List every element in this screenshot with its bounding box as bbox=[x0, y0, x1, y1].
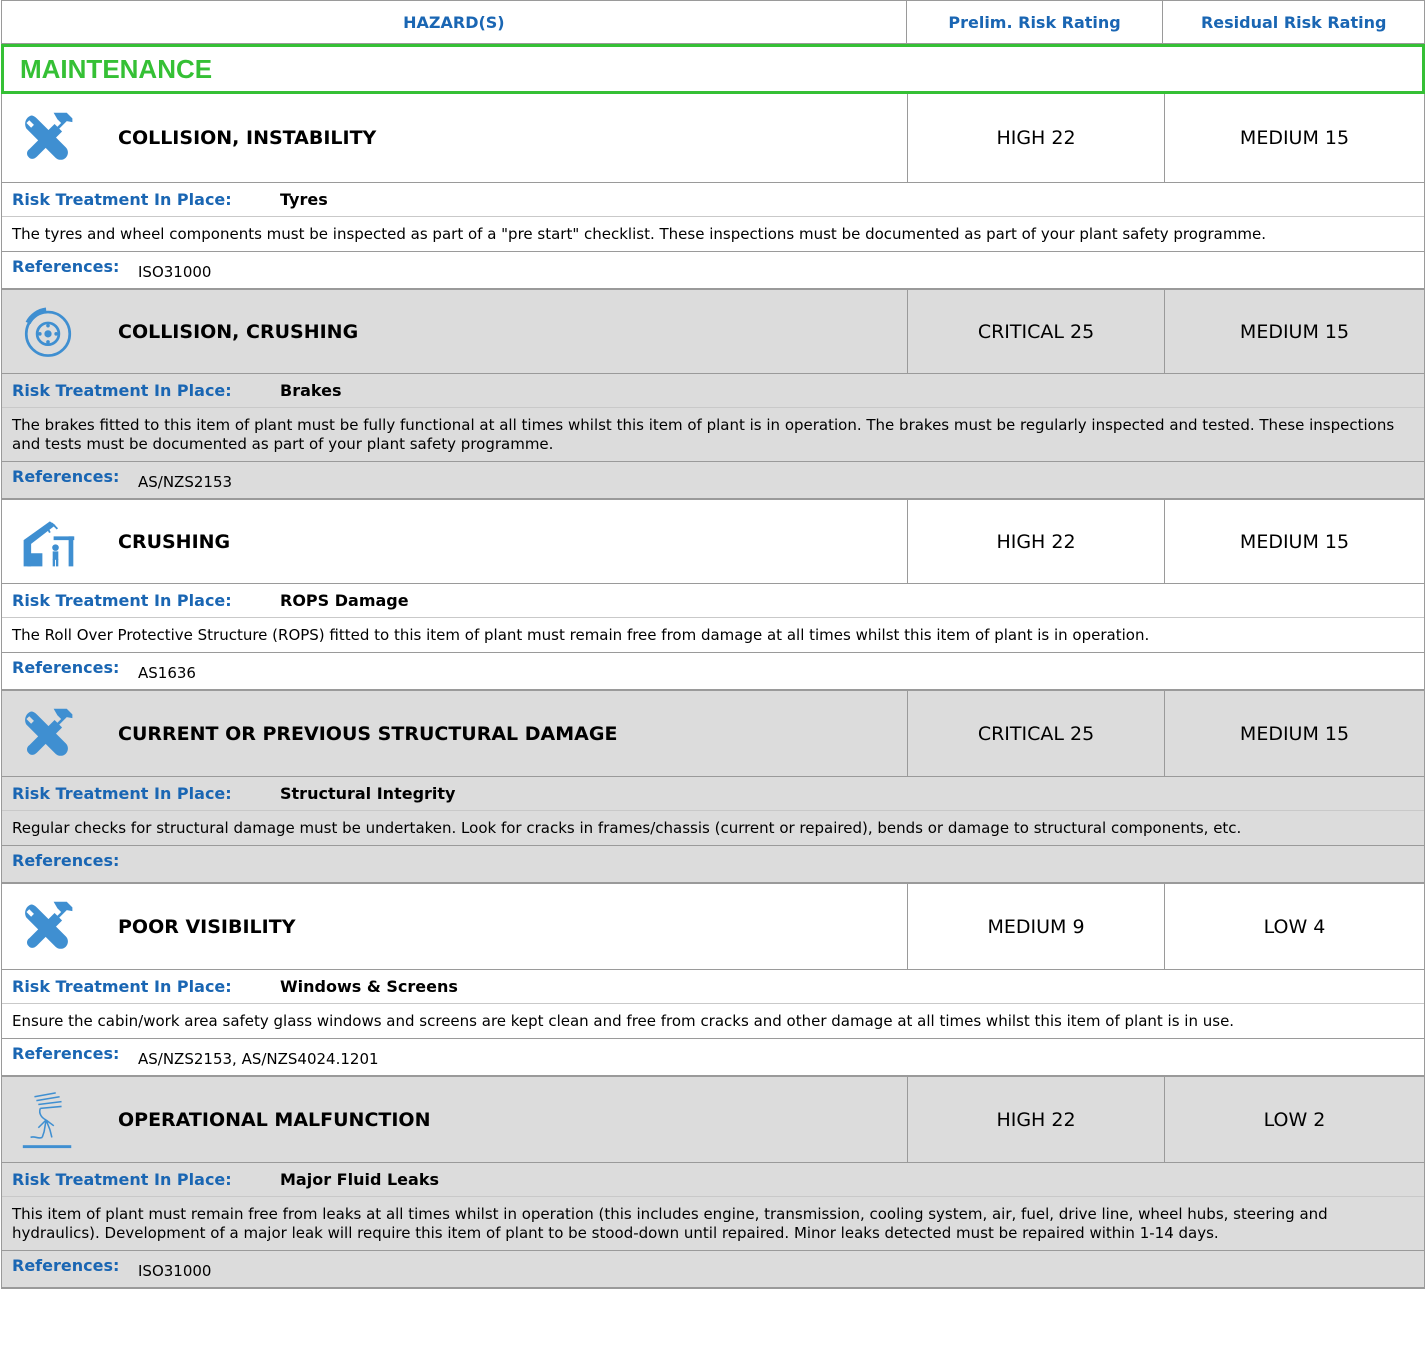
references-label: References: bbox=[12, 1043, 120, 1063]
references-value: AS/NZS2153 bbox=[138, 473, 233, 491]
hazard-name: CRUSHING bbox=[118, 530, 231, 553]
prelim-rating: CRITICAL 25 bbox=[908, 290, 1165, 373]
hazard-row: COLLISION, CRUSHING CRITICAL 25 MEDIUM 1… bbox=[2, 290, 1424, 374]
treatment-name: Windows & Screens bbox=[280, 977, 458, 996]
residual-rating: MEDIUM 15 bbox=[1239, 320, 1350, 343]
references-label: References: bbox=[12, 850, 120, 870]
hazard-row: COLLISION, INSTABILITY HIGH 22 MEDIUM 15 bbox=[2, 94, 1424, 183]
residual-rating: LOW 4 bbox=[1263, 915, 1326, 938]
hazard-block: POOR VISIBILITY MEDIUM 9 LOW 4 Risk Trea… bbox=[1, 884, 1425, 1077]
references-row: References: ISO31000 bbox=[2, 252, 1424, 290]
brake-disc-icon bbox=[8, 292, 88, 372]
references-label: References: bbox=[12, 466, 120, 486]
treatment-label: Risk Treatment In Place: bbox=[12, 591, 232, 610]
hazard-block: COLLISION, CRUSHING CRITICAL 25 MEDIUM 1… bbox=[1, 290, 1425, 500]
wrench-hammer-icon bbox=[8, 887, 88, 967]
treatment-name: ROPS Damage bbox=[280, 591, 409, 610]
col-header-prelim: Prelim. Risk Rating bbox=[907, 1, 1164, 43]
treatment-label: Risk Treatment In Place: bbox=[12, 977, 232, 996]
residual-rating: MEDIUM 15 bbox=[1239, 127, 1350, 149]
hazard-row: CURRENT OR PREVIOUS STRUCTURAL DAMAGE CR… bbox=[2, 691, 1424, 777]
references-row: References: bbox=[2, 846, 1424, 884]
prelim-rating: MEDIUM 9 bbox=[908, 884, 1165, 969]
treatment-name: Tyres bbox=[280, 190, 328, 209]
hazard-block: CURRENT OR PREVIOUS STRUCTURAL DAMAGE CR… bbox=[1, 691, 1425, 884]
treatment-description: This item of plant must remain free from… bbox=[2, 1197, 1424, 1251]
treatment-row: Risk Treatment In Place: Tyres bbox=[2, 183, 1424, 217]
references-value: ISO31000 bbox=[138, 1262, 212, 1280]
treatment-row: Risk Treatment In Place: Major Fluid Lea… bbox=[2, 1163, 1424, 1197]
hazard-name: OPERATIONAL MALFUNCTION bbox=[118, 1108, 431, 1131]
residual-rating: MEDIUM 15 bbox=[1239, 722, 1350, 745]
treatment-row: Risk Treatment In Place: Structural Inte… bbox=[2, 777, 1424, 811]
rops-crush-icon bbox=[8, 502, 88, 582]
prelim-rating: HIGH 22 bbox=[908, 1077, 1165, 1162]
hazard-row: CRUSHING HIGH 22 MEDIUM 15 bbox=[2, 500, 1424, 584]
residual-rating: LOW 2 bbox=[1263, 1108, 1326, 1131]
treatment-description: The Roll Over Protective Structure (ROPS… bbox=[2, 618, 1424, 653]
table-header: HAZARD(S) Prelim. Risk Rating Residual R… bbox=[1, 0, 1425, 44]
hazard-block: COLLISION, INSTABILITY HIGH 22 MEDIUM 15… bbox=[1, 94, 1425, 290]
references-label: References: bbox=[12, 256, 120, 276]
treatment-label: Risk Treatment In Place: bbox=[12, 190, 232, 209]
hazard-name: COLLISION, INSTABILITY bbox=[118, 127, 377, 149]
references-row: References: ISO31000 bbox=[2, 1251, 1424, 1289]
treatment-description: The tyres and wheel components must be i… bbox=[2, 217, 1424, 252]
hazard-row: POOR VISIBILITY MEDIUM 9 LOW 4 bbox=[2, 884, 1424, 970]
treatment-row: Risk Treatment In Place: Brakes bbox=[2, 374, 1424, 408]
fluid-leak-icon bbox=[8, 1080, 88, 1160]
hazard-block: OPERATIONAL MALFUNCTION HIGH 22 LOW 2 Ri… bbox=[1, 1077, 1425, 1289]
hazard-name: POOR VISIBILITY bbox=[118, 915, 296, 938]
hazard-name: COLLISION, CRUSHING bbox=[118, 320, 359, 343]
treatment-name: Structural Integrity bbox=[280, 784, 456, 803]
section-title: MAINTENANCE bbox=[1, 44, 1425, 94]
treatment-description: Regular checks for structural damage mus… bbox=[2, 811, 1424, 846]
treatment-row: Risk Treatment In Place: Windows & Scree… bbox=[2, 970, 1424, 1004]
col-header-hazards: HAZARD(S) bbox=[2, 1, 907, 43]
risk-assessment-sheet: HAZARD(S) Prelim. Risk Rating Residual R… bbox=[1, 0, 1425, 1289]
references-value: AS/NZS2153, AS/NZS4024.1201 bbox=[138, 1050, 379, 1068]
references-row: References: AS/NZS2153, AS/NZS4024.1201 bbox=[2, 1039, 1424, 1077]
prelim-rating: HIGH 22 bbox=[908, 500, 1165, 583]
wrench-hammer-icon bbox=[8, 98, 88, 178]
wrench-hammer-icon bbox=[8, 694, 88, 774]
prelim-rating: HIGH 22 bbox=[908, 94, 1165, 182]
references-row: References: AS/NZS2153 bbox=[2, 462, 1424, 500]
references-value: AS1636 bbox=[138, 664, 196, 682]
treatment-label: Risk Treatment In Place: bbox=[12, 784, 232, 803]
treatment-label: Risk Treatment In Place: bbox=[12, 381, 232, 400]
hazard-name: CURRENT OR PREVIOUS STRUCTURAL DAMAGE bbox=[118, 722, 618, 745]
treatment-description: The brakes fitted to this item of plant … bbox=[2, 408, 1424, 462]
hazard-block: CRUSHING HIGH 22 MEDIUM 15 Risk Treatmen… bbox=[1, 500, 1425, 691]
treatment-row: Risk Treatment In Place: ROPS Damage bbox=[2, 584, 1424, 618]
treatment-description: Ensure the cabin/work area safety glass … bbox=[2, 1004, 1424, 1039]
references-row: References: AS1636 bbox=[2, 653, 1424, 691]
treatment-label: Risk Treatment In Place: bbox=[12, 1170, 232, 1189]
residual-rating: MEDIUM 15 bbox=[1239, 530, 1350, 553]
references-label: References: bbox=[12, 657, 120, 677]
col-header-residual: Residual Risk Rating bbox=[1200, 12, 1387, 32]
prelim-rating: CRITICAL 25 bbox=[908, 691, 1165, 776]
treatment-name: Brakes bbox=[280, 381, 342, 400]
treatment-name: Major Fluid Leaks bbox=[280, 1170, 439, 1189]
references-value: ISO31000 bbox=[138, 263, 212, 281]
references-label: References: bbox=[12, 1255, 120, 1275]
hazard-row: OPERATIONAL MALFUNCTION HIGH 22 LOW 2 bbox=[2, 1077, 1424, 1163]
